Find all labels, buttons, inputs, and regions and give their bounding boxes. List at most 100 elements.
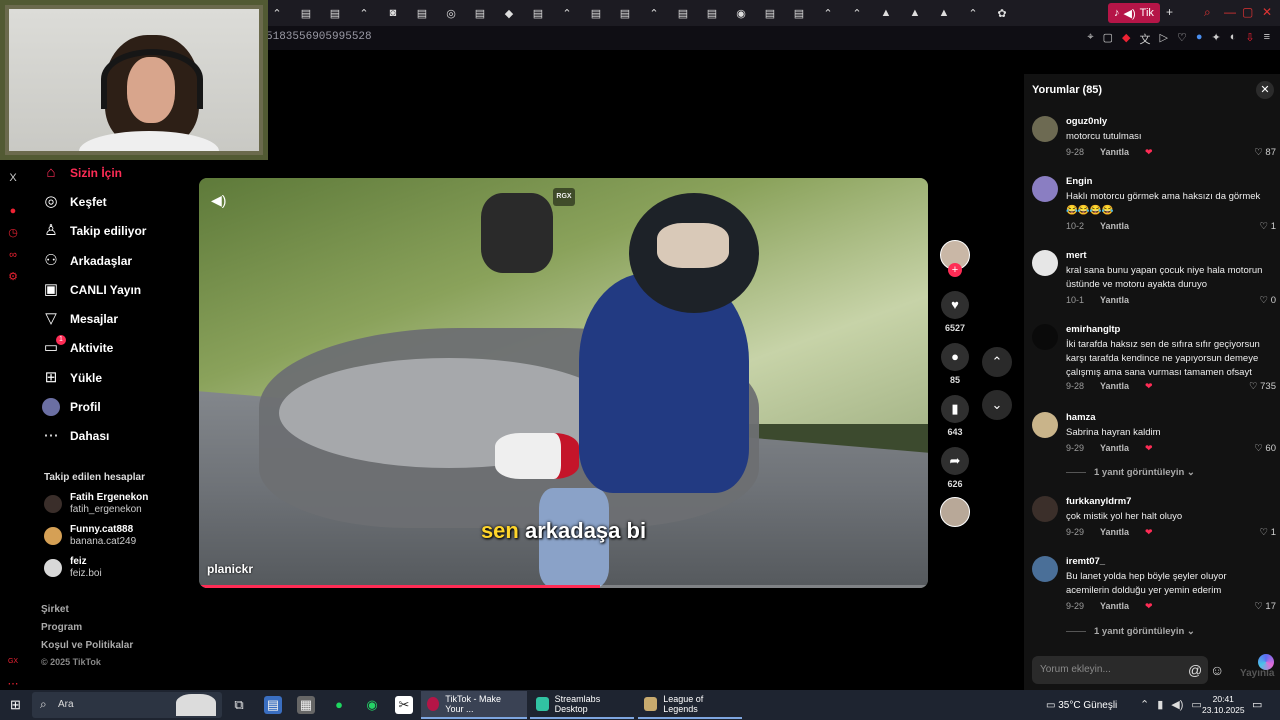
menu-icon[interactable]: ≡ xyxy=(1264,31,1270,47)
windows-start-icon[interactable]: ⊞ xyxy=(10,697,21,713)
avatar[interactable] xyxy=(1032,496,1058,522)
video-progress-bar[interactable] xyxy=(199,585,928,588)
reply-button[interactable]: Yanıtla xyxy=(1100,443,1129,454)
footer-link-program[interactable]: Program xyxy=(41,622,82,633)
tab-favicon-icon[interactable]: ⌃ xyxy=(268,4,286,22)
avatar[interactable] xyxy=(1032,412,1058,438)
taskbar-app-lol[interactable]: League of Legends xyxy=(638,691,742,719)
taskbar-app-streamlabs[interactable]: Streamlabs Desktop xyxy=(530,691,634,719)
emoji-icon[interactable]: ☺ xyxy=(1210,662,1224,678)
tab-favicon-icon[interactable]: ⌃ xyxy=(819,4,837,22)
tab-favicon-icon[interactable]: ▤ xyxy=(529,4,547,22)
like-button[interactable]: ♥ 6527 xyxy=(937,291,973,333)
tab-favicon-icon[interactable]: ▤ xyxy=(471,4,489,22)
comment-username[interactable]: furkkanyldrm7 xyxy=(1066,496,1131,507)
reply-button[interactable]: Yanıtla xyxy=(1100,601,1129,612)
nav-for-you[interactable]: ⌂ Sizin İçin xyxy=(42,162,122,184)
heart-icon[interactable]: ♡ xyxy=(1177,31,1187,47)
comment-like-button[interactable]: ♡ 17 xyxy=(1254,601,1276,612)
weather-widget[interactable]: ▭ 35°C Güneşli xyxy=(1046,700,1117,711)
footer-link-terms[interactable]: Koşul ve Politikalar xyxy=(41,640,133,651)
avatar[interactable] xyxy=(1032,250,1058,276)
author-avatar-button[interactable]: + xyxy=(937,240,973,277)
tab-favicon-icon[interactable]: ✿ xyxy=(993,4,1011,22)
comment-username[interactable]: oguz0nly xyxy=(1066,116,1107,127)
tab-favicon-icon[interactable]: ⌃ xyxy=(848,4,866,22)
nav-more[interactable]: ⋯ Dahası xyxy=(42,425,110,447)
spotify-icon[interactable]: ● xyxy=(330,696,348,714)
nav-explore[interactable]: ◎ Keşfet xyxy=(42,191,106,213)
notification-icon[interactable]: ▭ xyxy=(1252,698,1262,711)
footer-link-company[interactable]: Şirket xyxy=(41,604,69,615)
tab-favicon-icon[interactable]: ▲ xyxy=(935,4,953,22)
url-fragment[interactable]: 5183556905995528 xyxy=(266,31,372,43)
copilot-icon[interactable] xyxy=(1258,654,1274,670)
reply-button[interactable]: Yanıtla xyxy=(1100,527,1129,538)
puzzle-icon[interactable]: ✦ xyxy=(1211,31,1220,47)
pin-icon[interactable]: ⌖ xyxy=(1087,31,1093,47)
nav-upload[interactable]: ⊞ Yükle xyxy=(42,367,102,389)
tab-favicon-icon[interactable]: ▤ xyxy=(616,4,634,22)
comment-username[interactable]: mert xyxy=(1066,250,1087,261)
link-icon[interactable]: ∞ xyxy=(7,249,19,261)
reply-button[interactable]: Yanıtla xyxy=(1100,147,1129,158)
next-video-button[interactable]: ⌄ xyxy=(982,390,1012,420)
following-account[interactable]: feiz feiz.boi xyxy=(44,556,102,580)
comment-input[interactable]: Yorum ekleyin... xyxy=(1032,656,1208,684)
nav-following[interactable]: ♙ Takip ediliyor xyxy=(42,220,146,242)
nav-activity[interactable]: ▭ 1 Aktivite xyxy=(42,335,113,359)
close-comments-button[interactable]: ✕ xyxy=(1256,81,1274,99)
download-icon[interactable]: ⇩ xyxy=(1245,31,1254,47)
tab-favicon-icon[interactable]: ◉ xyxy=(732,4,750,22)
comment-like-button[interactable]: ♡ 735 xyxy=(1249,381,1276,392)
minimize-icon[interactable]: — xyxy=(1224,5,1236,19)
close-window-icon[interactable]: ✕ xyxy=(1262,5,1272,19)
tab-favicon-icon[interactable]: ⌃ xyxy=(964,4,982,22)
nav-friends[interactable]: ⚇ Arkadaşlar xyxy=(42,250,132,272)
comment-username[interactable]: iremt07_ xyxy=(1066,556,1105,567)
new-tab-icon[interactable]: + xyxy=(1166,5,1173,19)
x-icon[interactable]: X xyxy=(7,172,19,184)
reply-button[interactable]: Yanıtla xyxy=(1100,295,1129,305)
reply-button[interactable]: Yanıtla xyxy=(1100,221,1129,231)
app-icon[interactable]: ▦ xyxy=(297,696,315,714)
tab-favicon-icon[interactable]: ▤ xyxy=(674,4,692,22)
maximize-icon[interactable]: ▢ xyxy=(1242,5,1253,19)
reader-icon[interactable]: ▢ xyxy=(1103,31,1113,47)
tab-favicon-icon[interactable]: ▤ xyxy=(326,4,344,22)
tab-favicon-icon[interactable]: ◎ xyxy=(442,4,460,22)
more-dots-icon[interactable]: ⋯ xyxy=(7,678,19,690)
previous-video-button[interactable]: ⌃ xyxy=(982,347,1012,377)
tab-favicon-icon[interactable]: ▲ xyxy=(877,4,895,22)
comment-like-button[interactable]: ♡ 87 xyxy=(1254,147,1276,158)
chevron-up-icon[interactable]: ⌃ xyxy=(1140,698,1149,711)
tab-favicon-icon[interactable]: ▤ xyxy=(703,4,721,22)
view-replies-button[interactable]: 1 yanıt görüntüleyin ⌄ xyxy=(1066,467,1195,478)
volume-icon[interactable]: ◀) xyxy=(1171,698,1183,711)
active-tab-tiktok[interactable]: ♪ ◀) Tik xyxy=(1108,3,1160,23)
comment-username[interactable]: hamza xyxy=(1066,412,1096,423)
comment-like-button[interactable]: ♡ 1 xyxy=(1260,527,1276,538)
clock-icon[interactable]: ◷ xyxy=(7,227,19,239)
tab-favicon-icon[interactable]: ◆ xyxy=(500,4,518,22)
nav-live[interactable]: ▣ CANLI Yayın xyxy=(42,279,141,301)
creator-name[interactable]: planickr xyxy=(207,562,253,576)
share-button[interactable]: ➦ 626 xyxy=(937,447,973,489)
tab-favicon-icon[interactable]: ▤ xyxy=(587,4,605,22)
translate-icon[interactable]: 文 xyxy=(1139,31,1150,47)
task-view-icon[interactable]: ⧉ xyxy=(230,696,248,714)
comment-username[interactable]: Engin xyxy=(1066,176,1092,187)
following-account[interactable]: Fatih Ergenekon fatih_ergenekon xyxy=(44,492,148,516)
taskbar-search[interactable]: ⌕ Ara xyxy=(32,692,222,718)
tab-favicon-icon[interactable]: ⌃ xyxy=(355,4,373,22)
shield-icon[interactable]: ◆ xyxy=(1122,31,1130,47)
avatar[interactable] xyxy=(1032,176,1058,202)
play-icon[interactable]: ▷ xyxy=(1159,31,1167,47)
tab-favicon-icon[interactable]: ▲ xyxy=(906,4,924,22)
follow-plus-icon[interactable]: + xyxy=(948,263,962,277)
tab-favicon-icon[interactable]: ⌃ xyxy=(645,4,663,22)
comment-like-button[interactable]: ♡ 0 xyxy=(1260,295,1276,306)
capcut-icon[interactable]: ✂ xyxy=(395,696,413,714)
post-button[interactable]: Yayınla xyxy=(1240,668,1274,679)
comment-button[interactable]: ● 85 xyxy=(937,343,973,385)
